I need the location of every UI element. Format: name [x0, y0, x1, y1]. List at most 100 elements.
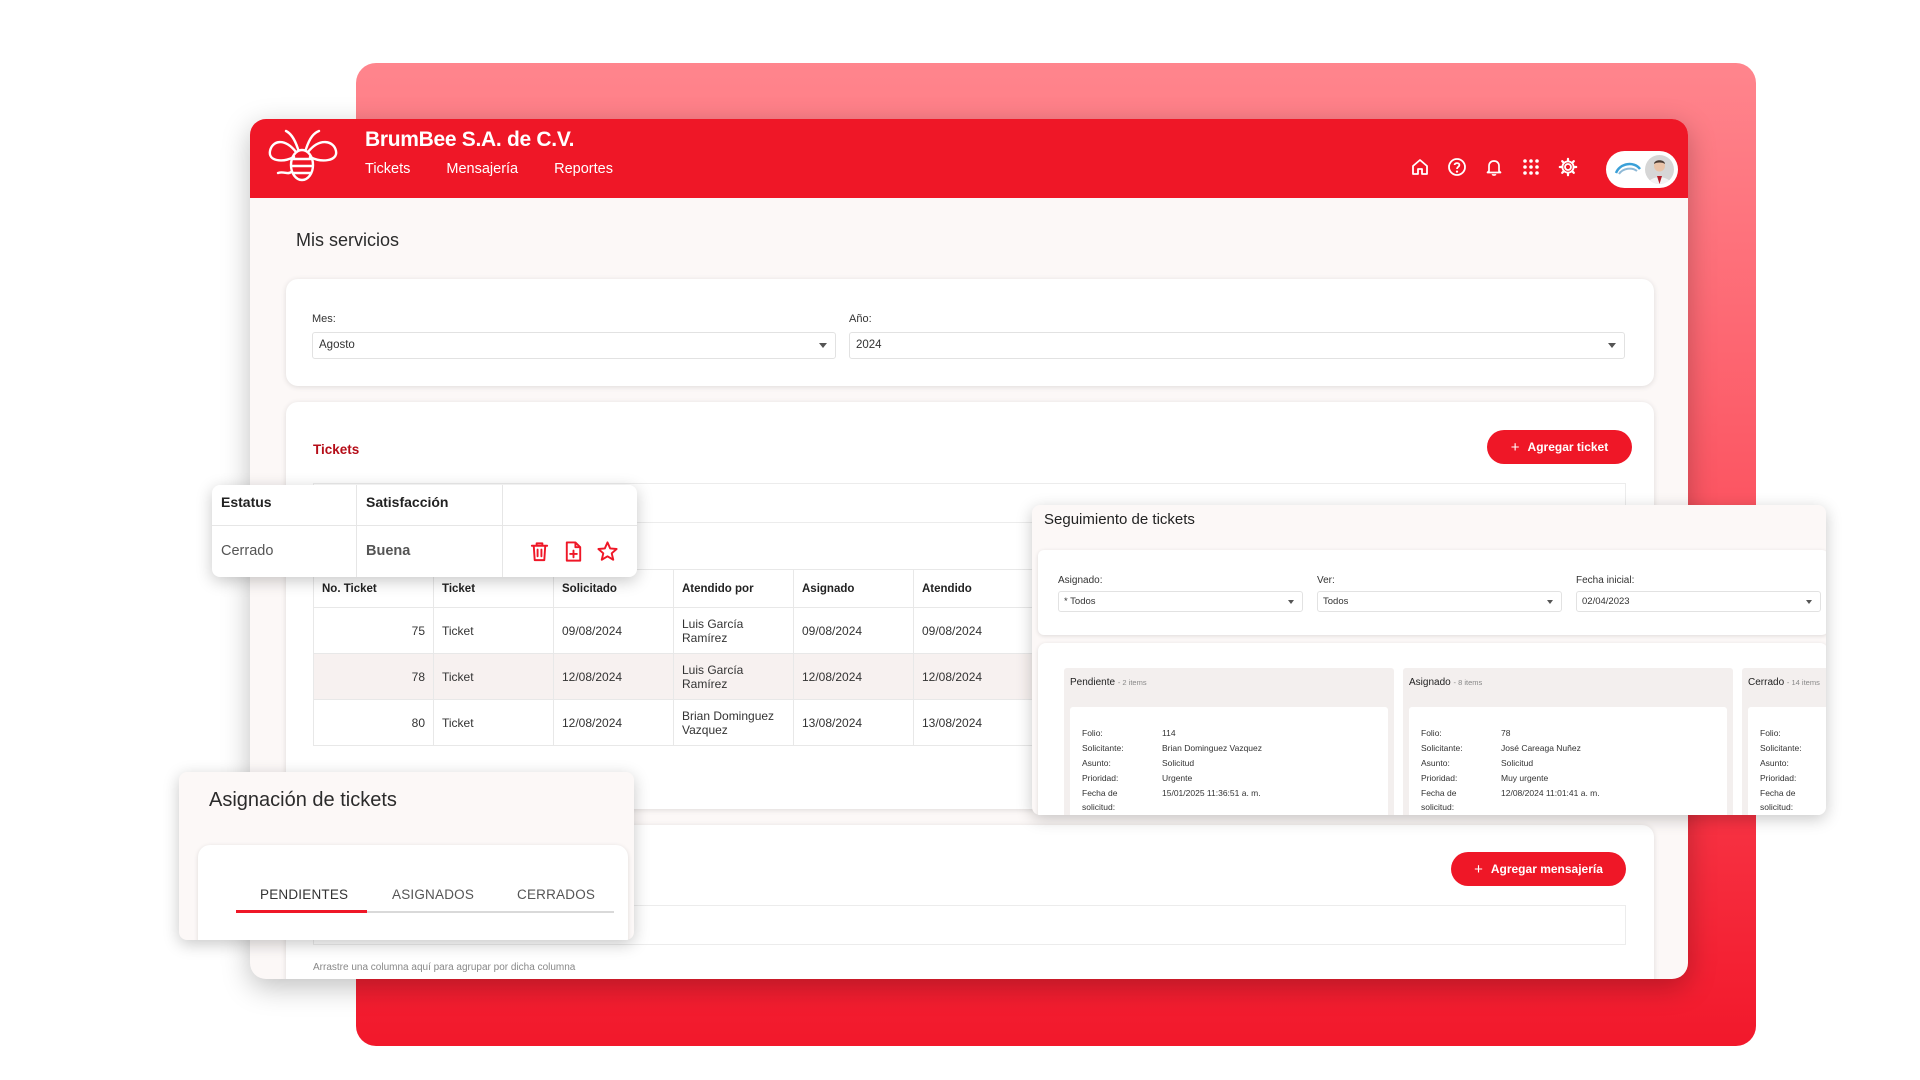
status-header: Estatus: [221, 494, 272, 510]
cell-no: 80: [313, 699, 434, 746]
field-label: Solicitante:: [1082, 743, 1124, 753]
file-add-icon[interactable]: [562, 540, 585, 563]
nav-mensajeria[interactable]: Mensajería: [446, 161, 518, 177]
asignacion-tabs-card: PENDIENTES ASIGNADOS CERRADOS: [198, 845, 628, 940]
filter-fecha-select[interactable]: 02/04/2023: [1576, 591, 1821, 612]
field-label: solicitud:: [1760, 802, 1794, 812]
tab-bar: PENDIENTES ASIGNADOS CERRADOS: [236, 885, 614, 913]
filter-ver-label: Ver:: [1317, 575, 1335, 586]
field-label: Fecha de: [1082, 788, 1118, 798]
kanban-board: Pendiente - 2 items Folio: 114 Solicitan…: [1038, 643, 1826, 815]
satisfaction-header: Satisfacción: [366, 494, 449, 510]
month-select[interactable]: Agosto: [312, 332, 836, 359]
cell-no: 75: [313, 607, 434, 654]
kanban-column-cerrado: Cerrado - 14 items Folio: Solicitante: A…: [1742, 668, 1826, 815]
seguimiento-title: Seguimiento de tickets: [1044, 511, 1195, 528]
status-column: Estatus Cerrado: [212, 485, 357, 577]
main-nav: Tickets Mensajería Reportes: [365, 161, 613, 177]
toolbar-icons: [1410, 157, 1578, 177]
user-menu[interactable]: [1606, 151, 1678, 188]
add-mensajeria-button[interactable]: + Agregar mensajería: [1451, 852, 1626, 886]
field-label: Solicitante:: [1760, 743, 1802, 753]
chevron-down-icon: [1547, 600, 1553, 604]
field-label: Fecha de: [1760, 788, 1796, 798]
asignacion-title: Asignación de tickets: [209, 789, 397, 811]
nav-reportes[interactable]: Reportes: [554, 161, 613, 177]
cell-ticket: Ticket: [433, 653, 554, 700]
user-avatar: [1645, 155, 1674, 184]
kanban-card[interactable]: Folio: 114 Solicitante: Brian Dominguez …: [1070, 707, 1388, 815]
column-count: - 2 items: [1117, 678, 1147, 687]
bee-logo-icon[interactable]: [264, 125, 340, 191]
kanban-column-pendiente: Pendiente - 2 items Folio: 114 Solicitan…: [1064, 668, 1394, 815]
col-asignado[interactable]: Asignado: [793, 569, 914, 608]
kanban-card[interactable]: Folio: Solicitante: Asunto: Prioridad: F…: [1748, 707, 1826, 815]
year-label: Año:: [849, 313, 872, 325]
status-popup: Estatus Cerrado Satisfacción Buena: [212, 485, 637, 577]
top-navbar: BrumBee S.A. de C.V. Tickets Mensajería …: [250, 119, 1688, 198]
field-label: Fecha de: [1421, 788, 1457, 798]
field-value: 12/08/2024 11:01:41 a. m.: [1501, 788, 1600, 798]
kanban-column-asignado: Asignado - 8 items Folio: 78 Solicitante…: [1403, 668, 1733, 815]
filter-ver-value: Todos: [1323, 596, 1349, 607]
star-icon[interactable]: [596, 540, 619, 563]
field-label: Solicitante:: [1421, 743, 1463, 753]
month-value: Agosto: [319, 339, 355, 351]
kanban-card[interactable]: Folio: 78 Solicitante: José Careaga Nuñe…: [1409, 707, 1727, 815]
chevron-down-icon: [1806, 600, 1812, 604]
satisfaction-column: Satisfacción Buena: [357, 485, 503, 577]
field-value: Solicitud: [1501, 758, 1534, 768]
gear-icon[interactable]: [1558, 157, 1578, 177]
status-value: Cerrado: [221, 543, 274, 559]
plus-icon: +: [1510, 438, 1520, 456]
col-atendido[interactable]: Atendido: [913, 569, 1034, 608]
filter-asignado-value: * Todos: [1064, 596, 1096, 607]
help-icon[interactable]: [1447, 157, 1467, 177]
plus-icon: +: [1474, 860, 1483, 878]
cell-atendido: 12/08/2024: [913, 653, 1034, 700]
apps-grid-icon[interactable]: [1521, 157, 1541, 177]
cell-no: 78: [313, 653, 434, 700]
table-row[interactable]: 80 Ticket 12/08/2024 Brian Dominguez Vaz…: [313, 699, 1034, 746]
add-ticket-button[interactable]: + Agregar ticket: [1487, 430, 1632, 464]
seguimiento-filters: Asignado: * Todos Ver: Todos Fecha inici…: [1038, 550, 1826, 635]
drag-hint: Arrastre una columna aquí para agrupar p…: [313, 962, 576, 973]
col-atendido-por[interactable]: Atendido por: [673, 569, 794, 608]
company-brand-icon: [1614, 162, 1641, 175]
field-value: Solicitud: [1162, 758, 1195, 768]
column-header: Asignado - 8 items: [1409, 677, 1482, 688]
month-label: Mes:: [312, 313, 336, 325]
field-value: Urgente: [1162, 773, 1193, 783]
bell-icon[interactable]: [1484, 157, 1504, 177]
home-icon[interactable]: [1410, 157, 1430, 177]
tab-pendientes[interactable]: PENDIENTES: [260, 887, 348, 902]
column-header: Cerrado - 14 items: [1748, 677, 1820, 688]
field-label: Folio:: [1421, 728, 1442, 738]
active-tab-indicator: [236, 910, 367, 913]
cell-atendido-por: Brian Dominguez Vazquez: [673, 699, 794, 746]
field-value: 114: [1162, 728, 1176, 738]
filter-asignado-select[interactable]: * Todos: [1058, 591, 1303, 612]
field-value: 15/01/2025 11:36:51 a. m.: [1162, 788, 1261, 798]
field-label: solicitud:: [1082, 802, 1116, 812]
filter-ver-select[interactable]: Todos: [1317, 591, 1562, 612]
field-value: 78: [1501, 728, 1511, 738]
table-row[interactable]: 75 Ticket 09/08/2024 Luis García Ramírez…: [313, 607, 1034, 654]
column-name: Pendiente: [1070, 677, 1116, 688]
nav-tickets[interactable]: Tickets: [365, 161, 410, 177]
field-label: Prioridad:: [1760, 773, 1797, 783]
satisfaction-value: Buena: [366, 543, 411, 559]
cell-asignado: 13/08/2024: [793, 699, 914, 746]
tab-asignados[interactable]: ASIGNADOS: [392, 887, 474, 902]
cell-solicitado: 12/08/2024: [553, 699, 674, 746]
filter-fecha-label: Fecha inicial:: [1576, 575, 1635, 586]
tab-cerrados[interactable]: CERRADOS: [517, 887, 595, 902]
table-row[interactable]: 78 Ticket 12/08/2024 Luis García Ramírez…: [313, 653, 1034, 700]
field-label: Folio:: [1082, 728, 1103, 738]
chevron-down-icon: [1608, 343, 1616, 348]
year-select[interactable]: 2024: [849, 332, 1625, 359]
field-label: Prioridad:: [1421, 773, 1458, 783]
column-count: - 14 items: [1786, 678, 1820, 687]
column-name: Cerrado: [1748, 677, 1785, 688]
trash-icon[interactable]: [528, 540, 551, 563]
